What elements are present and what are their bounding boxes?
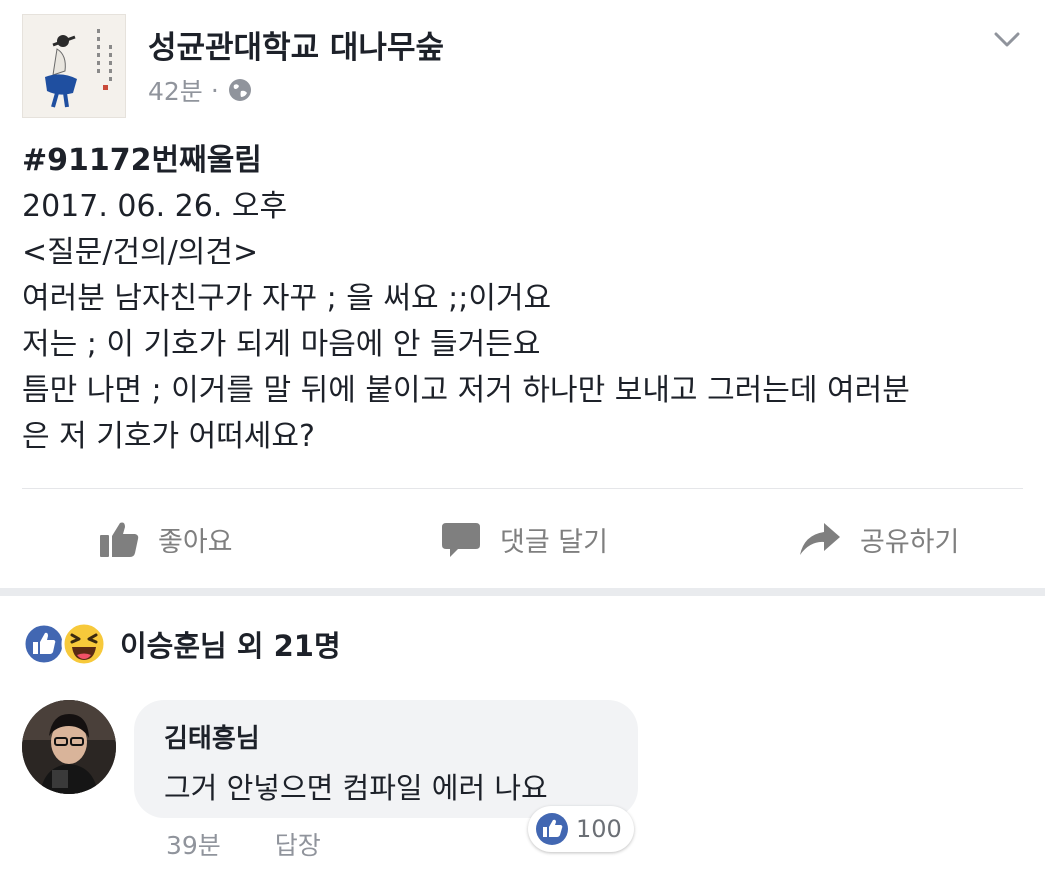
post-meta: 42분 · bbox=[148, 72, 253, 108]
meta-separator: · bbox=[210, 75, 219, 105]
like-count-value: 100 bbox=[576, 815, 622, 843]
page-avatar[interactable] bbox=[22, 14, 126, 118]
haha-reaction-icon bbox=[61, 621, 107, 667]
commenter-name[interactable]: 김태흥님 bbox=[164, 718, 608, 755]
commenter-avatar[interactable] bbox=[22, 700, 116, 794]
share-button[interactable]: 공유하기 bbox=[798, 519, 959, 559]
reply-link[interactable]: 답장 bbox=[275, 831, 321, 860]
actions-divider bbox=[22, 488, 1023, 489]
post-line: 틈만 나면 ; 이거를 말 뒤에 붙이고 저거 하나만 보내고 그러는데 여러분 bbox=[22, 373, 910, 408]
comment-time[interactable]: 39분 bbox=[166, 831, 221, 860]
post-line: 저는 ; 이 기호가 되게 마음에 안 들거든요 bbox=[22, 327, 541, 362]
reaction-icons bbox=[22, 618, 114, 670]
comment-bubble: 김태흥님 그거 안넣으면 컴파일 에러 나요 bbox=[134, 700, 638, 818]
post-body: #91172번째울림 2017. 06. 26. 오후 <질문/건의/의견> 여… bbox=[22, 138, 1032, 460]
chevron-down-icon[interactable] bbox=[992, 24, 1022, 54]
action-bar: 좋아요 댓글 달기 공유하기 bbox=[0, 505, 1045, 575]
page-name[interactable]: 성균관대학교 대나무숲 bbox=[148, 22, 444, 67]
post-hashtag[interactable]: #91172번째울림 bbox=[22, 138, 1032, 184]
post-time[interactable]: 42분 bbox=[148, 72, 203, 108]
like-button[interactable]: 좋아요 bbox=[98, 519, 233, 559]
share-arrow-icon bbox=[800, 523, 840, 555]
comment-label: 댓글 달기 bbox=[500, 526, 608, 558]
reaction-summary-text: 이승훈님 외 21명 bbox=[120, 629, 341, 663]
post-header: 성균관대학교 대나무숲 42분 · bbox=[22, 14, 1022, 120]
like-reaction-icon bbox=[536, 813, 568, 845]
post-line: 은 저 기호가 어떠세요? bbox=[22, 419, 315, 454]
globe-icon bbox=[227, 77, 253, 103]
speech-bubble-icon bbox=[442, 523, 480, 557]
thumbs-up-icon bbox=[100, 522, 139, 557]
comment-like-count[interactable]: 100 bbox=[528, 806, 634, 852]
like-label: 좋아요 bbox=[158, 526, 233, 558]
comment-footer: 39분 답장 bbox=[166, 826, 321, 862]
comment-button[interactable]: 댓글 달기 bbox=[440, 519, 608, 559]
share-label: 공유하기 bbox=[860, 526, 960, 558]
post-line: <질문/건의/의견> bbox=[22, 235, 259, 270]
reaction-summary[interactable]: 이승훈님 외 21명 bbox=[22, 618, 341, 670]
post-line: 2017. 06. 26. 오후 bbox=[22, 189, 288, 224]
post-line: 여러분 남자친구가 자꾸 ; 을 써요 ;;이거요 bbox=[22, 281, 552, 316]
section-separator bbox=[0, 588, 1045, 596]
comment-text: 그거 안넣으면 컴파일 에러 나요 bbox=[164, 771, 548, 805]
